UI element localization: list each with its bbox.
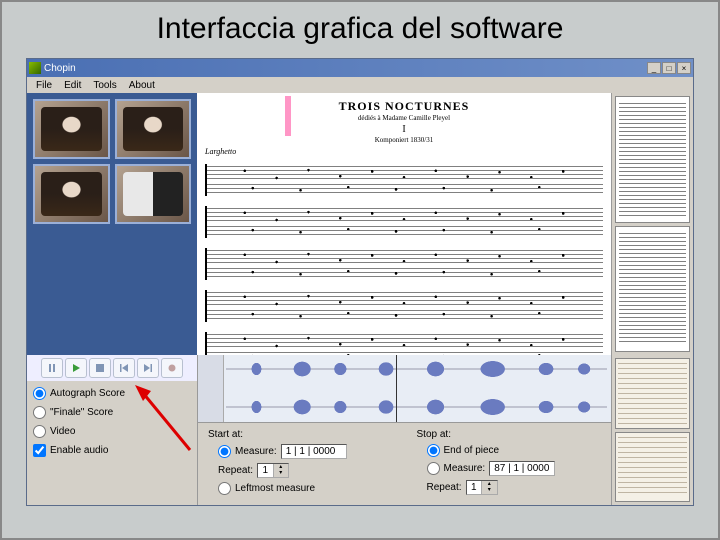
leftmost-measure-radio[interactable] <box>218 482 231 495</box>
menu-file[interactable]: File <box>30 80 58 91</box>
stop-button[interactable] <box>89 358 111 378</box>
leftmost-label: Leftmost measure <box>235 483 315 494</box>
enable-audio-label: Enable audio <box>50 445 108 456</box>
transport-bar <box>27 355 197 381</box>
score-page-thumbnails <box>611 93 693 355</box>
start-measure-radio[interactable] <box>218 445 231 458</box>
playback-cursor[interactable] <box>285 96 291 136</box>
manuscript-page-thumb[interactable] <box>615 432 690 503</box>
repeat-label: Repeat: <box>427 482 462 493</box>
titlebar: Chopin _ □ × <box>27 59 693 77</box>
staff-system <box>205 328 603 355</box>
score-viewer[interactable]: TROIS NOCTURNES dédiés à Madame Camille … <box>197 93 611 355</box>
staff-system <box>205 160 603 196</box>
menu-tools[interactable]: Tools <box>87 80 122 91</box>
maximize-button[interactable]: □ <box>662 62 676 74</box>
next-button[interactable] <box>137 358 159 378</box>
waveform-panel[interactable] <box>198 355 611 423</box>
start-repeat-spinner[interactable]: 1▴▾ <box>257 463 289 478</box>
menubar: File Edit Tools About <box>27 77 693 93</box>
repeat-label: Repeat: <box>218 465 253 476</box>
finale-score-label: "Finale" Score <box>50 407 113 418</box>
record-button[interactable] <box>161 358 183 378</box>
pause-button[interactable] <box>41 358 63 378</box>
stop-at-label: Stop at: <box>417 429 602 440</box>
app-window: Chopin _ □ × File Edit Tools About <box>26 58 694 506</box>
score-tempo: Larghetto <box>205 147 603 156</box>
measure-label: Measure: <box>444 463 486 474</box>
start-measure-input[interactable]: 1 | 1 | 0000 <box>281 444 347 459</box>
minimize-button[interactable]: _ <box>647 62 661 74</box>
image-thumb[interactable] <box>115 99 192 159</box>
finale-score-radio[interactable] <box>33 406 46 419</box>
manuscript-page-thumb[interactable] <box>615 358 690 429</box>
playback-range-panel: Start at: Measure: 1 | 1 | 0000 Repeat: … <box>198 423 611 505</box>
measure-label: Measure: <box>235 446 277 457</box>
staff-system <box>205 286 603 322</box>
view-options: Autograph Score "Finale" Score Video Ena… <box>27 381 197 505</box>
end-of-piece-label: End of piece <box>444 445 500 456</box>
score-title: TROIS NOCTURNES <box>205 99 603 114</box>
end-of-piece-radio[interactable] <box>427 444 440 457</box>
stop-repeat-spinner[interactable]: 1▴▾ <box>466 480 498 495</box>
score-movement-number: I <box>205 124 603 135</box>
menu-edit[interactable]: Edit <box>58 80 87 91</box>
waveform-cursor[interactable] <box>396 355 397 422</box>
close-button[interactable]: × <box>677 62 691 74</box>
manuscript-thumbnails <box>611 355 693 505</box>
menu-about[interactable]: About <box>123 80 161 91</box>
image-thumb[interactable] <box>115 164 192 224</box>
image-thumb[interactable] <box>33 99 110 159</box>
autograph-score-label: Autograph Score <box>50 388 125 399</box>
video-radio[interactable] <box>33 425 46 438</box>
enable-audio-checkbox[interactable] <box>33 444 46 457</box>
autograph-score-radio[interactable] <box>33 387 46 400</box>
start-at-label: Start at: <box>208 429 393 440</box>
video-label: Video <box>50 426 75 437</box>
score-composed: Komponiert 1830/31 <box>205 136 603 144</box>
waveform-ruler <box>198 355 224 422</box>
score-page-thumb[interactable] <box>615 96 690 223</box>
staff-system <box>205 244 603 280</box>
app-icon <box>29 62 41 74</box>
score-page-thumb[interactable] <box>615 226 690 353</box>
play-button[interactable] <box>65 358 87 378</box>
prev-button[interactable] <box>113 358 135 378</box>
score-dedication: dédiés à Madame Camille Pleyel <box>205 114 603 122</box>
app-title: Chopin <box>44 63 76 74</box>
staff-system <box>205 202 603 238</box>
sidebar <box>27 93 197 355</box>
slide-title: Interfaccia grafica del software <box>26 12 694 46</box>
image-thumb[interactable] <box>33 164 110 224</box>
stop-measure-input[interactable]: 87 | 1 | 0000 <box>489 461 555 476</box>
stop-measure-radio[interactable] <box>427 462 440 475</box>
